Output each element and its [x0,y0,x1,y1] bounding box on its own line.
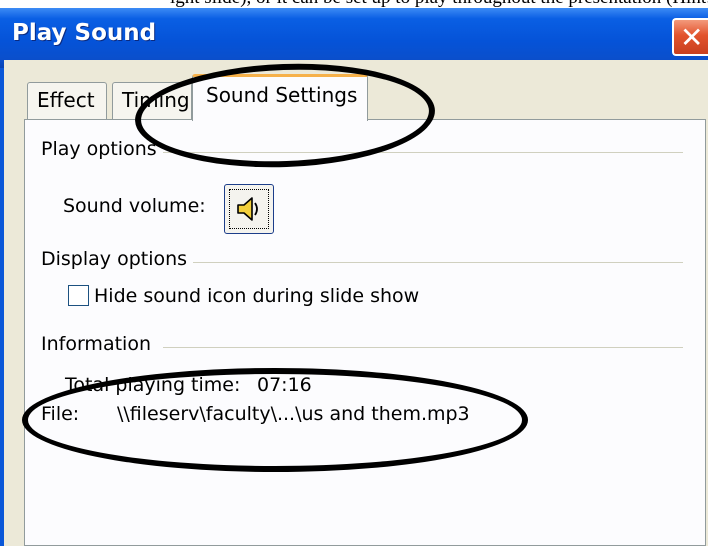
information-divider [163,347,683,348]
speaker-icon [237,197,258,221]
dialog-title: Play Sound [12,20,157,46]
display-options-divider [185,262,683,263]
title-bar[interactable]: Play Sound ✕ [0,8,708,68]
hide-sound-icon-checkbox[interactable] [68,285,89,306]
focus-rect [229,189,269,229]
play-options-heading: Play options [41,138,163,160]
sound-settings-panel: Play options Sound volume: Display optio… [24,119,706,546]
hide-sound-icon-label-text: Hide sound icon during slide show [94,285,420,307]
close-button[interactable]: ✕ [672,18,708,56]
annotation-circle-file-info [22,368,528,472]
display-options-heading: Display options [41,248,194,270]
hide-sound-icon-label[interactable]: Hide sound icon during slide show [94,285,419,307]
tab-effect-label: Effect [37,88,95,112]
sound-volume-button[interactable] [224,184,274,234]
close-icon: ✕ [680,21,704,54]
information-heading: Information [41,333,157,355]
tab-effect[interactable]: Effect [27,82,107,120]
sound-volume-label: Sound volume: [63,195,206,217]
